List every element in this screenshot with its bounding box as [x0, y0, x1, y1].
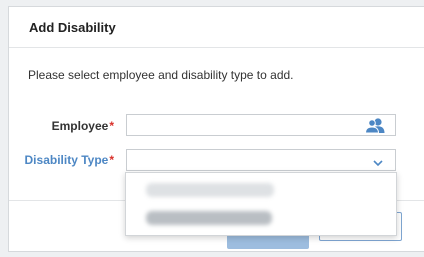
- user-group-icon[interactable]: [364, 117, 385, 134]
- disability-type-dropdown: [125, 172, 397, 236]
- instructions-text: Please select employee and disability ty…: [28, 68, 294, 82]
- employee-field[interactable]: [126, 114, 396, 136]
- dialog-header: Add Disability: [9, 7, 424, 48]
- chevron-down-icon[interactable]: [372, 155, 384, 167]
- disability-type-label: Disability Type*: [24, 153, 114, 167]
- disability-type-select[interactable]: [126, 149, 396, 171]
- dropdown-option[interactable]: [146, 183, 274, 197]
- required-marker: *: [109, 153, 114, 167]
- dialog-title: Add Disability: [29, 19, 116, 35]
- dropdown-option[interactable]: [146, 211, 272, 225]
- employee-label: Employee*: [51, 119, 114, 133]
- required-marker: *: [109, 119, 114, 133]
